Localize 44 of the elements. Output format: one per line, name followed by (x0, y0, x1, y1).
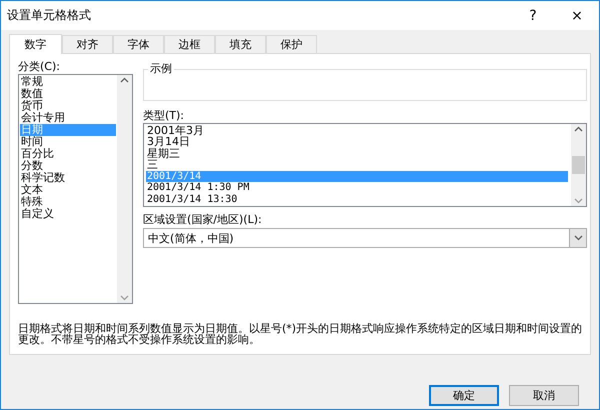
type-item[interactable]: 3月14日 (146, 136, 568, 148)
category-item[interactable]: 常规 (20, 76, 116, 88)
type-list[interactable]: 2001年3月 3月14日 星期三 三 2001/3/14 2001/3/14 1:30 PM 2001/3/14 13:30 (143, 123, 587, 207)
type-item[interactable]: 2001年3月 (146, 125, 568, 136)
category-list[interactable]: 常规 数值 货币 会计专用 日期 时间 百分比 分数 科学记数 文本 特殊 自定义 (18, 74, 133, 304)
category-item[interactable]: 百分比 (20, 148, 116, 160)
scroll-down-icon[interactable] (574, 198, 583, 204)
cancel-button[interactable]: 取消 (509, 385, 579, 406)
type-item[interactable]: 2001/3/14 1:30 PM (146, 182, 568, 194)
type-item[interactable]: 2001/3/14 13:30 (146, 194, 568, 205)
tab[interactable]: 字体 (113, 35, 164, 53)
description-text: 日期格式将日期和时间系列数值显示为日期值。以星号(*)开头的日期格式响应操作系统特定的区域日期和时间设置的更改。不带星号的格式不受操作系统设置的影响。 (18, 323, 583, 345)
locale-dropdown[interactable]: 中文(简体，中国) (143, 228, 587, 248)
scroll-up-icon[interactable] (574, 126, 583, 132)
category-item[interactable]: 时间 (20, 136, 116, 148)
scroll-thumb[interactable] (572, 156, 585, 174)
category-item[interactable]: 分数 (20, 160, 116, 172)
scrollbar[interactable] (571, 124, 586, 206)
tab[interactable]: 数字 (9, 34, 62, 54)
category-item[interactable]: 会计专用 (20, 112, 116, 124)
tab[interactable]: 边框 (164, 35, 215, 53)
category-label: 分类(C): (18, 60, 61, 73)
category-item[interactable]: 文本 (20, 184, 116, 196)
category-item[interactable]: 科学记数 (20, 172, 116, 184)
scroll-down-icon[interactable] (120, 295, 129, 301)
tab[interactable]: 对齐 (62, 35, 113, 53)
type-item[interactable]: 三 (146, 159, 568, 171)
category-item[interactable]: 特殊 (20, 196, 116, 208)
scroll-up-icon[interactable] (120, 77, 129, 83)
type-label: 类型(T): (143, 109, 186, 122)
category-item[interactable]: 自定义 (20, 208, 116, 220)
type-item[interactable]: 星期三 (146, 148, 568, 160)
window-title: 设置单元格格式 (7, 7, 92, 24)
tab[interactable]: 填充 (215, 35, 266, 53)
tab[interactable]: 保护 (266, 35, 317, 53)
help-button[interactable]: ? (511, 1, 555, 30)
sample-label: 示例 (148, 61, 174, 76)
close-button[interactable]: × (555, 1, 599, 30)
ok-button[interactable]: 确定 (429, 385, 499, 406)
category-item[interactable]: 货币 (20, 100, 116, 112)
chevron-down-icon (574, 235, 582, 241)
scrollbar[interactable] (117, 75, 132, 303)
category-item[interactable]: 数值 (20, 88, 116, 100)
locale-label: 区域设置(国家/地区)(L): (143, 213, 263, 226)
